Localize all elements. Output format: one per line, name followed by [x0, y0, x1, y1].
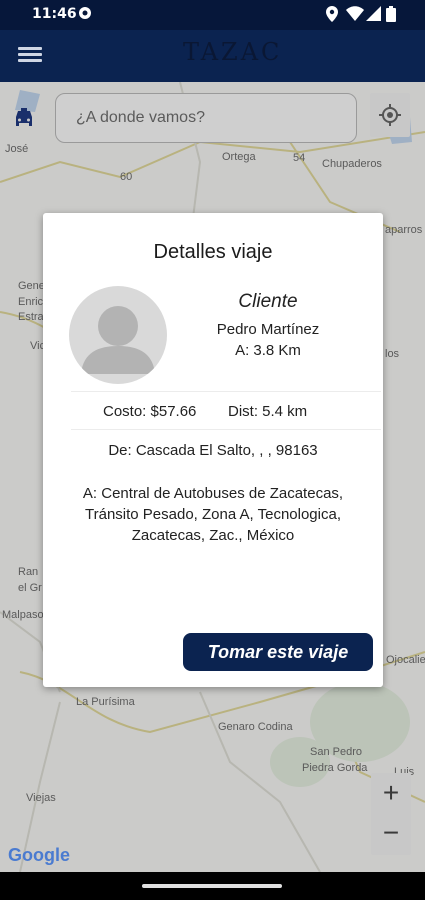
client-label: Cliente — [238, 291, 298, 312]
destination-search-input[interactable]: ¿A donde vamos? — [55, 93, 357, 143]
zoom-controls: + − — [371, 773, 411, 855]
my-location-button[interactable] — [370, 93, 410, 137]
map-label: Estra — [18, 311, 44, 323]
person-icon — [81, 306, 155, 374]
map-label: José — [5, 143, 29, 155]
wifi-icon — [346, 6, 364, 25]
take-trip-button[interactable]: Tomar este viaje — [183, 633, 373, 671]
zoom-out-button[interactable]: − — [371, 813, 411, 853]
map-label: 60 — [120, 171, 133, 183]
map-label: aparros — [385, 224, 423, 236]
map-label: Ortega — [222, 151, 256, 163]
menu-button[interactable] — [18, 44, 42, 66]
menu-icon — [18, 47, 42, 50]
map-label: Genaro Codina — [218, 721, 293, 733]
status-bar: 11:46 — [0, 0, 425, 30]
map-label: Chupaderos — [322, 158, 382, 170]
status-time: 11:46 — [32, 6, 77, 22]
map-label: La Purísima — [76, 696, 135, 708]
app-logo: TAZAC — [183, 38, 283, 66]
divider — [71, 391, 381, 392]
map-label: Viejas — [26, 792, 56, 804]
client-name: Pedro Martínez — [216, 321, 320, 338]
map-label: los — [385, 348, 400, 360]
signal-icon — [366, 6, 381, 25]
home-gesture-handle[interactable] — [142, 884, 282, 888]
dialog-title: Detalles viaje — [153, 241, 273, 263]
map-label: San Pedro — [310, 746, 362, 758]
map-label: el Gr — [18, 582, 42, 594]
trip-details-dialog: Detalles viaje Cliente Pedro Martínez A:… — [43, 213, 383, 687]
map-label: Ran — [18, 566, 39, 578]
map-label: Ojocalie — [386, 654, 425, 666]
map-label: Malpaso — [2, 609, 44, 621]
google-logo-text: Google — [8, 845, 70, 865]
google-logo: Google — [8, 845, 70, 866]
trip-distance: Dist: 5.4 km — [228, 403, 308, 420]
trip-destination: A: Central de Autobuses de Zacatecas, Tr… — [82, 485, 344, 544]
trip-cost: Costo: $57.66 — [103, 403, 197, 420]
battery-icon — [386, 6, 396, 26]
divider — [71, 429, 381, 430]
avatar — [69, 286, 167, 384]
location-pin-icon — [326, 6, 338, 26]
settings-status-icon — [78, 6, 92, 24]
search-placeholder: ¿A donde vamos? — [76, 109, 205, 126]
map-label: 54 — [293, 152, 306, 164]
app-bar: TAZAC — [0, 30, 425, 82]
map-label: Gene — [18, 280, 45, 292]
zoom-in-button[interactable]: + — [371, 773, 411, 813]
map-label: Piedra Gorda — [302, 762, 368, 774]
trip-origin: De: Cascada El Salto, , , 98163 — [108, 442, 318, 459]
map-label: Enric — [18, 296, 44, 308]
client-distance: A: 3.8 Km — [235, 342, 301, 359]
my-location-icon — [379, 104, 401, 126]
